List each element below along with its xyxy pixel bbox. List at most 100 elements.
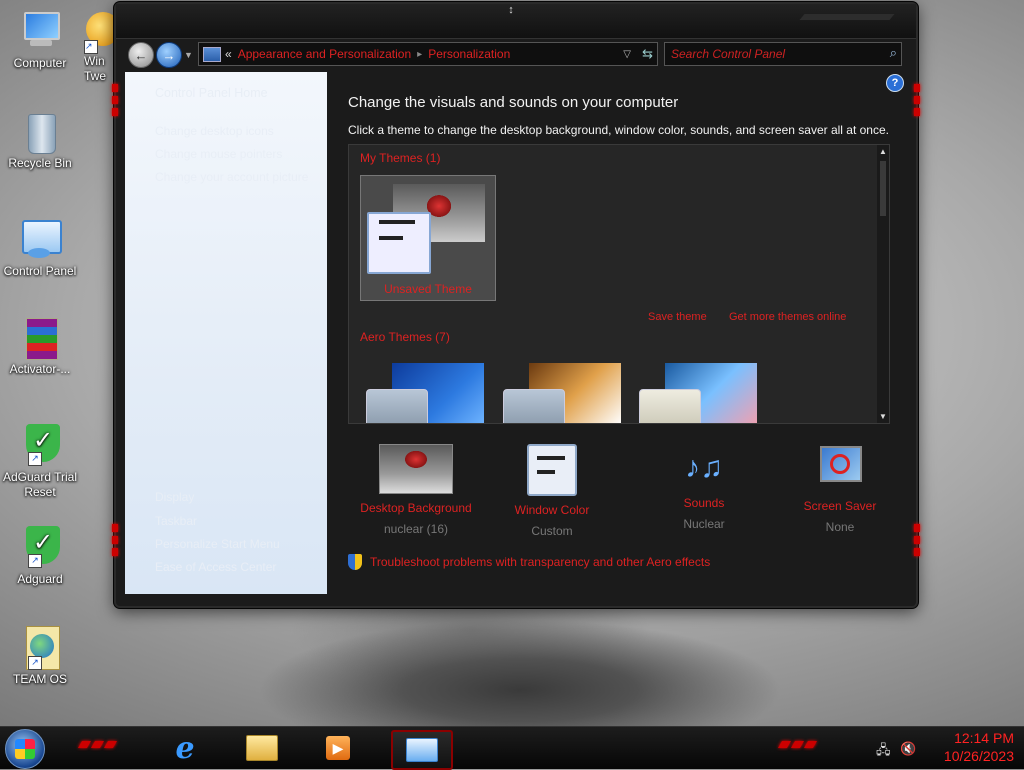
- scroll-thumb[interactable]: [880, 161, 886, 216]
- themes-list: My Themes (1) Unsaved Theme Save theme G…: [348, 144, 890, 424]
- back-button[interactable]: ←: [128, 42, 154, 68]
- desktop-icon-label: Computer: [13, 56, 67, 70]
- breadcrumb-appearance[interactable]: Appearance and Personalization: [238, 47, 411, 61]
- file-explorer-icon: [246, 735, 278, 761]
- windows-logo-icon: [15, 739, 35, 759]
- adguard-icon: ✓ ↗: [18, 526, 62, 570]
- desktop-icon-label: Recycle Bin: [8, 156, 72, 170]
- taskbar-accent: [77, 741, 118, 748]
- arrow-right-icon: →: [162, 47, 176, 63]
- sounds-option[interactable]: ♪♫ Sounds Nuclear: [634, 444, 774, 531]
- taskbar-control-panel[interactable]: [391, 730, 453, 770]
- chevron-down-icon[interactable]: ▽: [623, 49, 631, 60]
- clock-time: 12:14 PM: [954, 730, 1014, 746]
- start-menu-link[interactable]: Personalize Start Menu: [155, 537, 280, 551]
- change-desktop-icons-link[interactable]: Change desktop icons: [155, 124, 274, 138]
- aero-theme-tile[interactable]: [499, 363, 629, 423]
- scroll-up-icon[interactable]: ▲: [879, 147, 887, 156]
- taskbar: e ▶ 🖧 🔇 12:14 PM 10/26/2023: [0, 726, 1024, 770]
- aero-themes-header[interactable]: Aero Themes (7): [360, 330, 450, 344]
- aero-theme-tile[interactable]: [362, 363, 492, 423]
- desktop-background-option[interactable]: Desktop Background nuclear (16): [346, 444, 486, 536]
- internet-explorer-icon: e: [175, 730, 195, 766]
- desktop-icon-computer[interactable]: Computer: [2, 10, 78, 71]
- breadcrumb-personalization[interactable]: Personalization: [428, 47, 510, 61]
- option-value: None: [825, 520, 855, 534]
- desktop-icon-recycle-bin[interactable]: Recycle Bin: [2, 110, 78, 171]
- archive-icon: [18, 316, 62, 360]
- refresh-icon[interactable]: ⇆: [642, 46, 653, 62]
- control-panel-icon: [406, 738, 438, 762]
- scroll-down-icon[interactable]: ▼: [879, 412, 887, 421]
- taskbar-accent: [777, 741, 818, 748]
- taskbar-file-explorer[interactable]: [237, 730, 287, 766]
- change-account-picture-link[interactable]: Change your account picture: [155, 170, 308, 184]
- page-description: Click a theme to change the desktop back…: [348, 123, 889, 137]
- display-link[interactable]: Display: [155, 490, 194, 504]
- search-icon[interactable]: ⌕: [890, 45, 897, 61]
- window-color-option[interactable]: Window Color Custom: [482, 444, 622, 538]
- desktop-icon-label: Win Twe: [84, 54, 107, 83]
- shield-icon: [348, 554, 362, 570]
- window-right-accent: [914, 524, 920, 556]
- shortcut-arrow-icon: ↗: [28, 656, 42, 670]
- desktop-icon-label: Control Panel: [3, 264, 77, 278]
- desktop-icon-win-twe[interactable]: ↗ Win Twe: [84, 10, 118, 84]
- option-label: Desktop Background: [360, 501, 472, 515]
- volume-muted-icon[interactable]: 🔇: [900, 741, 916, 757]
- computer-icon: [18, 10, 62, 54]
- troubleshoot-link[interactable]: Troubleshoot problems with transparency …: [348, 554, 710, 570]
- aero-theme-tile[interactable]: [635, 363, 765, 423]
- adguard-icon: ✓ ↗: [18, 424, 62, 468]
- get-more-themes-link[interactable]: Get more themes online: [729, 311, 846, 323]
- search-box[interactable]: ⌕: [664, 42, 902, 66]
- address-bar[interactable]: « Appearance and Personalization ▸ Perso…: [198, 42, 658, 66]
- desktop-icon-label: AdGuard Trial Reset: [2, 470, 78, 499]
- desktop-icon-control-panel[interactable]: Control Panel: [2, 218, 78, 279]
- desktop-icon-team-os[interactable]: ↗ TEAM OS: [2, 626, 78, 687]
- change-mouse-pointers-link[interactable]: Change mouse pointers: [155, 147, 282, 161]
- ease-of-access-link[interactable]: Ease of Access Center: [155, 560, 276, 574]
- arrow-left-icon: ←: [134, 47, 148, 63]
- desktop-icon-activator[interactable]: Activator-...: [2, 316, 78, 377]
- troubleshoot-label: Troubleshoot problems with transparency …: [370, 555, 711, 569]
- window-left-accent: [112, 524, 118, 556]
- unsaved-theme-tile[interactable]: Unsaved Theme: [360, 175, 496, 301]
- start-button[interactable]: [5, 729, 45, 769]
- window-preview-icon: [639, 389, 701, 423]
- my-themes-header[interactable]: My Themes (1): [360, 151, 440, 165]
- breadcrumb-overflow[interactable]: «: [225, 47, 232, 61]
- network-icon[interactable]: 🖧: [876, 741, 891, 763]
- window-color-icon: [527, 444, 577, 496]
- shortcut-arrow-icon: ↗: [84, 40, 98, 54]
- recent-pages-dropdown[interactable]: ▼: [184, 50, 193, 60]
- option-value: Custom: [531, 524, 573, 538]
- window-preview-icon: [367, 212, 431, 274]
- control-panel-home-link[interactable]: Control Panel Home: [155, 86, 268, 100]
- decorative-accent: [799, 14, 895, 20]
- shortcut-arrow-icon: ↗: [28, 554, 42, 568]
- themes-scrollbar[interactable]: ▲ ▼: [877, 145, 889, 423]
- taskbar-link[interactable]: Taskbar: [155, 514, 197, 528]
- resize-handle-icon[interactable]: ↕: [496, 4, 526, 22]
- window-titlebar[interactable]: ↕: [116, 4, 916, 39]
- system-clock[interactable]: 12:14 PM 10/26/2023: [944, 729, 1014, 765]
- desktop-icon-label: Adguard: [17, 572, 63, 586]
- forward-button[interactable]: →: [156, 42, 182, 68]
- personalization-window: ↕ ← → ▼ « Appearance and Personalization…: [112, 2, 920, 608]
- option-label: Screen Saver: [803, 499, 877, 513]
- taskbar-media-player[interactable]: ▶: [313, 730, 363, 766]
- search-input[interactable]: [669, 45, 878, 63]
- help-icon[interactable]: ?: [886, 74, 904, 92]
- control-panel-icon: [203, 46, 221, 62]
- desktop-icon-adguard-trial-reset[interactable]: ✓ ↗ AdGuard Trial Reset: [2, 424, 78, 500]
- control-panel-icon: [18, 218, 62, 262]
- screen-saver-icon: [816, 444, 864, 492]
- screen-saver-option[interactable]: Screen Saver None: [770, 444, 910, 534]
- desktop-background-icon: [379, 444, 453, 494]
- save-theme-link[interactable]: Save theme: [648, 311, 707, 323]
- breadcrumb-separator-icon[interactable]: ▸: [417, 49, 422, 60]
- desktop-icon-label: TEAM OS: [12, 672, 67, 686]
- desktop-icon-adguard[interactable]: ✓ ↗ Adguard: [2, 526, 78, 587]
- taskbar-internet-explorer[interactable]: e: [160, 730, 210, 766]
